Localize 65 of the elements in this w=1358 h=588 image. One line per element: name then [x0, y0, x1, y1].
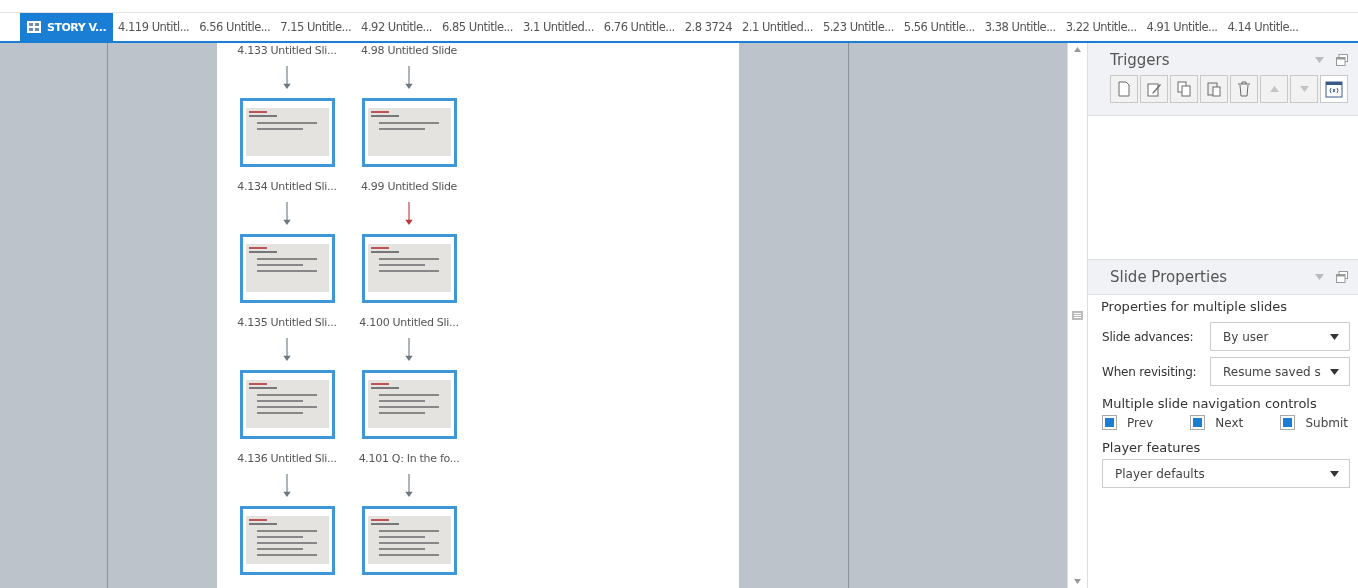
- dropdown[interactable]: By user: [1210, 322, 1350, 351]
- slide-title: 4.136 Untitled Sli...: [237, 452, 337, 466]
- field-label: When revisiting:: [1102, 364, 1198, 379]
- collapse-caret-icon[interactable]: [1315, 57, 1324, 63]
- caret-icon: [1330, 368, 1339, 375]
- tab[interactable]: STORY V...: [20, 13, 114, 41]
- edit-trigger-button[interactable]: [1140, 75, 1168, 103]
- tab[interactable]: 3.1 Untitled...: [517, 13, 599, 41]
- edit-icon: [1146, 81, 1162, 97]
- down-arrow-icon: [1299, 86, 1309, 92]
- slide-title: 4.100 Untitled Sli...: [359, 316, 459, 330]
- slide-title: 4.134 Untitled Sli...: [237, 180, 337, 194]
- tab[interactable]: 3.38 Untitle...: [979, 13, 1061, 41]
- checkbox[interactable]: [1102, 415, 1117, 430]
- checkbox[interactable]: [1280, 415, 1296, 430]
- dropdown[interactable]: Player defaults: [1102, 459, 1350, 488]
- tab[interactable]: 4.119 Untitl...: [113, 13, 195, 41]
- tab[interactable]: 4.92 Untitle...: [356, 13, 437, 41]
- scroll-down-icon[interactable]: [1074, 579, 1081, 584]
- panel-title: Slide Properties: [1110, 268, 1228, 286]
- checkbox-label[interactable]: Prev: [1102, 415, 1154, 430]
- tab[interactable]: 3.22 Untitle...: [1060, 13, 1142, 41]
- tab[interactable]: 6.56 Untitle...: [194, 13, 276, 41]
- up-arrow-icon: [1269, 86, 1279, 92]
- checkbox-label[interactable]: Submit: [1280, 415, 1348, 430]
- copy-trigger-button[interactable]: [1170, 75, 1198, 103]
- tab[interactable]: 4.91 Untitle...: [1141, 13, 1223, 41]
- tab[interactable]: 2.1 Untitled...: [737, 13, 818, 41]
- checkbox-label[interactable]: Next: [1190, 415, 1244, 430]
- copy-icon: [1176, 81, 1192, 97]
- slide-title: 4.99 Untitled Slide: [360, 180, 458, 194]
- collapse-caret-icon[interactable]: [1315, 274, 1324, 280]
- paste-trigger-button[interactable]: [1200, 75, 1228, 103]
- scroll-thumb-grip-icon[interactable]: [1072, 311, 1083, 320]
- section-heading: Player features: [1102, 440, 1202, 455]
- tab[interactable]: 4.14 Untitle...: [1222, 13, 1304, 41]
- caret-icon: [1330, 333, 1339, 340]
- new-trigger-button[interactable]: [1110, 75, 1138, 103]
- tab[interactable]: 5.56 Untitle...: [898, 13, 980, 41]
- checkbox[interactable]: [1190, 415, 1206, 430]
- slide-title: 4.135 Untitled Sli...: [237, 316, 337, 330]
- caret-icon: [1330, 470, 1339, 477]
- tab[interactable]: 5.23 Untitle...: [817, 13, 899, 41]
- slide-title: 4.98 Untitled Slide: [360, 44, 458, 58]
- scroll-up-icon[interactable]: [1074, 47, 1081, 52]
- section-heading: Properties for multiple slides: [1101, 299, 1289, 314]
- tab[interactable]: 7.15 Untitle...: [275, 13, 357, 41]
- field-label: Slide advances:: [1102, 329, 1195, 344]
- tab[interactable]: 2.8 3724: [679, 13, 737, 41]
- dock-window-icon[interactable]: [1336, 271, 1348, 283]
- section-heading: Multiple slide navigation controls: [1102, 396, 1318, 411]
- trash-icon: [1236, 81, 1252, 97]
- slide-title: 4.101 Q: In the fo...: [358, 452, 460, 466]
- dropdown[interactable]: Resume saved s: [1210, 357, 1350, 386]
- paste-icon: [1206, 81, 1222, 97]
- variables-trigger-button[interactable]: [1320, 75, 1348, 103]
- slide-title: 4.133 Untitled Sli...: [237, 44, 337, 58]
- dock-window-icon[interactable]: [1336, 54, 1348, 66]
- tab[interactable]: 6.85 Untitle...: [437, 13, 518, 41]
- story-view-icon: [27, 21, 41, 33]
- tab[interactable]: 6.76 Untitle...: [598, 13, 680, 41]
- variables-icon: [1325, 80, 1343, 98]
- panel-title: Triggers: [1110, 51, 1170, 69]
- delete-trigger-button[interactable]: [1230, 75, 1258, 103]
- new-page-icon: [1116, 81, 1132, 97]
